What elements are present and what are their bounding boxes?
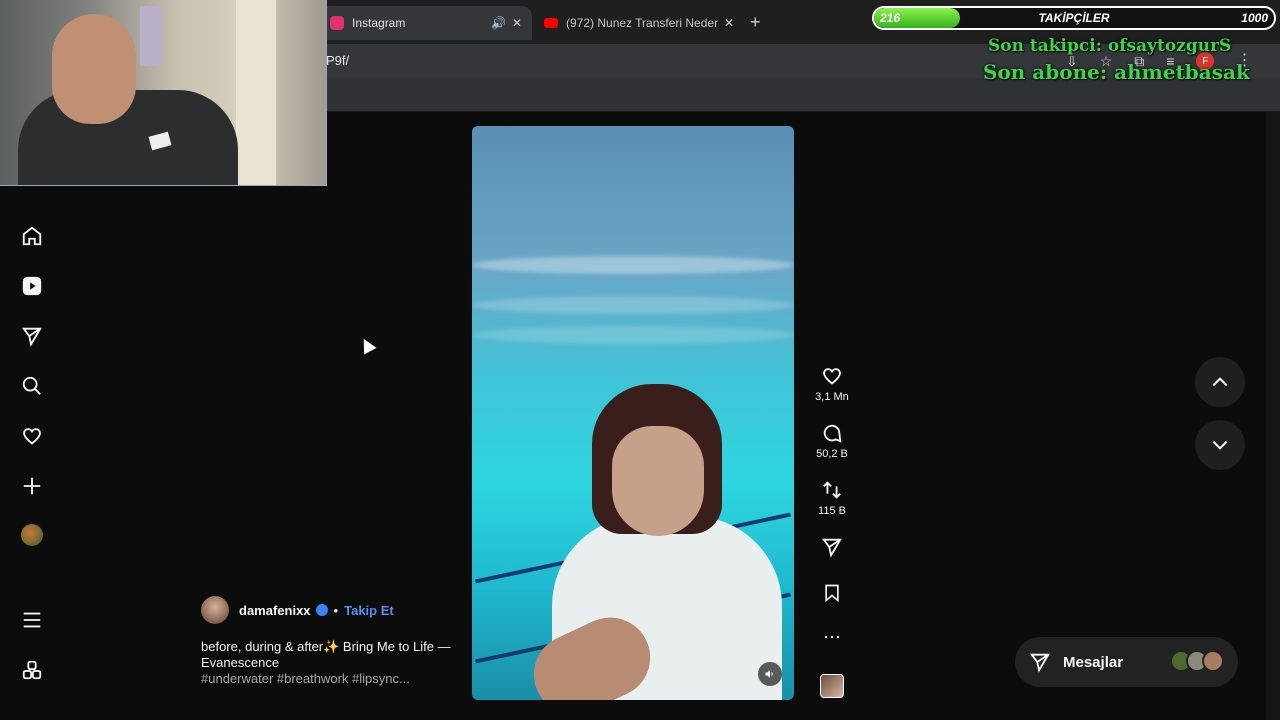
screen: Instagram 🔊 ✕ (972) Nunez Transferi Nede…	[0, 0, 1280, 720]
mute-button[interactable]	[758, 662, 782, 686]
more-options-icon: ⋯	[823, 627, 841, 647]
send-icon[interactable]	[20, 324, 44, 348]
avatar	[1202, 650, 1224, 672]
speaker-icon	[765, 670, 773, 678]
webcam-streamer-head	[52, 14, 136, 124]
follow-button[interactable]: Takip Et	[344, 603, 394, 618]
messages-button[interactable]: Mesajlar	[1015, 637, 1238, 687]
instagram-icon	[330, 16, 344, 30]
heart-icon	[823, 368, 841, 385]
comment-icon	[823, 424, 842, 443]
like-button[interactable]: 3,1 Mn	[808, 365, 856, 403]
verified-badge-icon	[315, 604, 328, 616]
next-reel-button[interactable]	[1195, 420, 1245, 470]
follower-goal: 1000	[1241, 11, 1268, 25]
reel-hashtags[interactable]: #underwater #breathwork #lipsync...	[201, 671, 410, 686]
message-avatars	[1170, 650, 1224, 672]
mouse-cursor-icon	[357, 335, 377, 355]
close-tab-icon[interactable]: ✕	[512, 16, 522, 30]
share-button[interactable]	[808, 536, 856, 558]
water-ripple	[472, 256, 794, 274]
last-subscriber-text: Son abone: ahmetbasak	[983, 60, 1250, 84]
new-tab-button[interactable]: +	[750, 12, 761, 32]
repost-count: 115 B	[818, 505, 846, 517]
water-ripple	[472, 326, 794, 344]
repost-icon	[823, 481, 841, 499]
url-field[interactable]: P9f/	[326, 53, 349, 68]
webcam-door	[236, 0, 276, 185]
messages-label: Mesajlar	[1063, 653, 1124, 671]
apps-icon[interactable]	[20, 658, 44, 682]
send-icon	[1029, 653, 1050, 673]
home-icon[interactable]	[20, 224, 44, 248]
tab-title: Instagram	[352, 16, 406, 30]
previous-reel-button[interactable]	[1195, 357, 1245, 407]
author-avatar[interactable]	[201, 596, 229, 624]
more-options-button[interactable]: ⋯	[808, 628, 856, 646]
follower-label: TAKİPÇİLER	[1038, 11, 1110, 25]
comment-count: 50,2 B	[816, 448, 848, 460]
heart-icon[interactable]	[20, 424, 44, 448]
reel-author: damafenixx • Takip Et	[201, 596, 394, 624]
reels-icon[interactable]	[20, 274, 44, 298]
separator-dot: •	[333, 602, 339, 618]
search-icon[interactable]	[20, 374, 44, 398]
like-count: 3,1 Mn	[815, 391, 849, 403]
create-icon[interactable]	[20, 474, 44, 498]
last-follower-text: Son takipci: ofsaytozgurS	[988, 36, 1232, 56]
reel-video[interactable]	[472, 126, 794, 700]
chevron-up-icon	[1212, 377, 1228, 387]
tab-instagram[interactable]: Instagram 🔊 ✕	[320, 6, 532, 40]
save-button[interactable]	[808, 582, 856, 604]
tab-youtube[interactable]: (972) Nunez Transferi Neden ✕	[534, 6, 744, 40]
send-icon	[821, 538, 842, 558]
close-tab-icon[interactable]: ✕	[724, 16, 734, 30]
profile-avatar[interactable]	[21, 524, 43, 546]
menu-icon[interactable]	[20, 608, 44, 632]
bookmark-icon	[825, 584, 839, 603]
reel-subject-face	[612, 426, 704, 536]
comment-button[interactable]: 50,2 B	[808, 422, 856, 460]
chevron-down-icon	[1212, 440, 1228, 450]
scrollbar[interactable]	[1266, 112, 1280, 720]
webcam-overlay	[0, 0, 327, 186]
youtube-icon	[544, 18, 558, 28]
water-ripple	[472, 296, 794, 314]
follower-goal-bar: 216 TAKİPÇİLER 1000	[872, 6, 1276, 30]
author-username[interactable]: damafenixx	[239, 603, 311, 618]
reel-caption: before, during & after✨ Bring Me to Life…	[201, 639, 451, 670]
speaker-icon[interactable]: 🔊	[491, 16, 506, 30]
tab-title: (972) Nunez Transferi Neden	[566, 16, 718, 30]
webcam-poster	[140, 6, 162, 66]
audio-thumbnail[interactable]	[820, 674, 844, 698]
repost-button[interactable]: 115 B	[808, 479, 856, 517]
